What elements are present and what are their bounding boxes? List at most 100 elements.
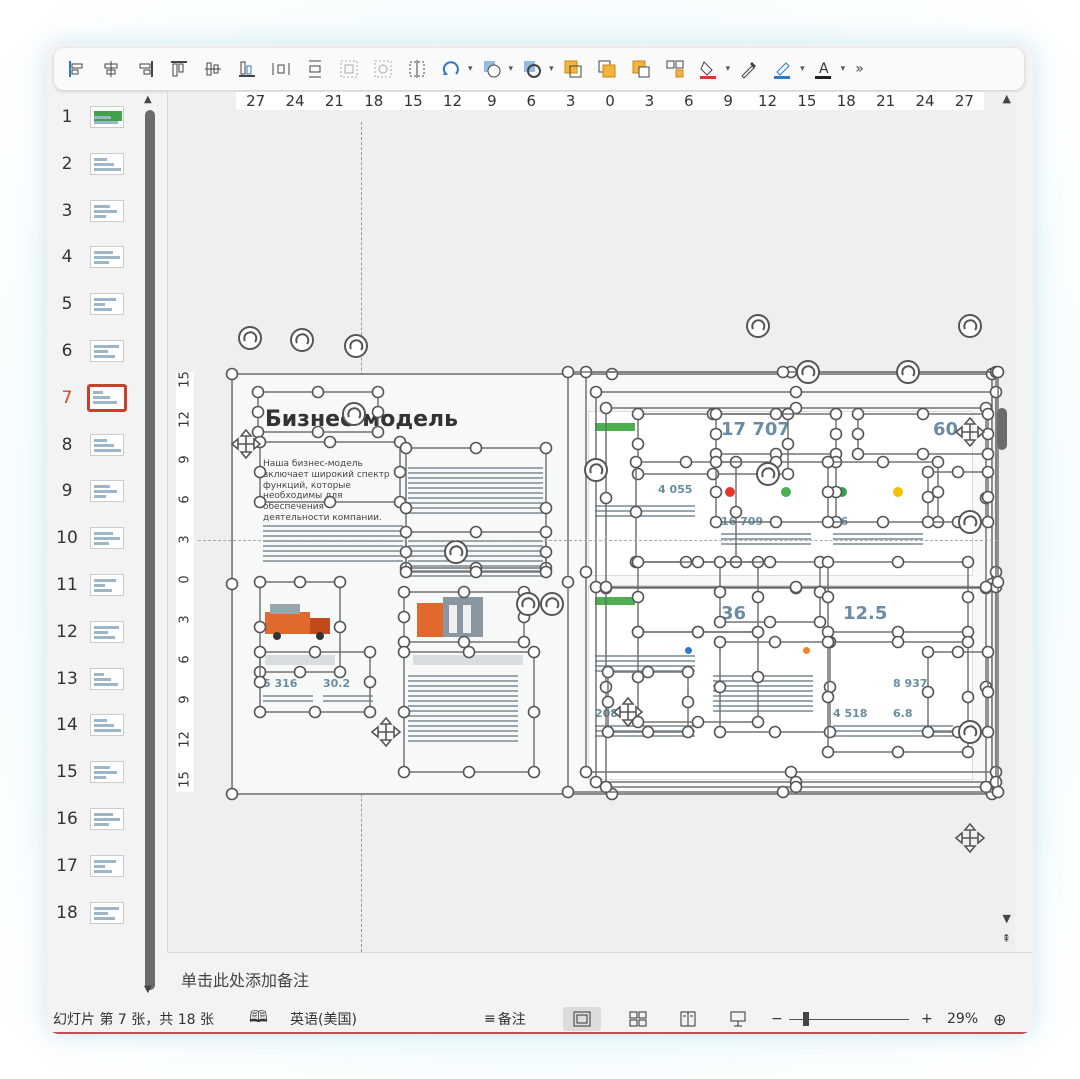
slide-preview[interactable] <box>90 808 124 830</box>
horizontal-guide[interactable] <box>198 540 998 541</box>
fill-color-caret-icon[interactable]: ▾ <box>726 64 731 74</box>
spellcheck-icon[interactable]: 🕮 <box>249 1006 268 1033</box>
stat-value[interactable]: 12.5 <box>843 603 887 624</box>
language-indicator[interactable]: 英语(美国) <box>290 1009 357 1029</box>
slide-preview[interactable] <box>90 340 124 362</box>
partner-logo-icon[interactable] <box>685 647 692 654</box>
slide-preview[interactable] <box>90 854 124 877</box>
rotate-handle-icon[interactable] <box>290 328 314 352</box>
eyedropper-icon[interactable] <box>734 54 764 84</box>
slide-thumbnail[interactable]: 14 <box>47 710 147 740</box>
normal-view-button[interactable] <box>563 1007 601 1031</box>
stat-value[interactable]: 36 <box>721 603 746 624</box>
align-middle-icon[interactable] <box>198 54 228 84</box>
slide-preview[interactable] <box>90 667 124 690</box>
resize-handle[interactable] <box>989 580 1003 594</box>
move-handle-icon[interactable] <box>954 822 986 854</box>
crop-icon[interactable] <box>402 54 432 84</box>
slide-preview[interactable] <box>90 106 124 128</box>
label-bar-center[interactable] <box>413 655 523 665</box>
zoom-out-button[interactable]: − <box>771 1011 783 1027</box>
slide-preview[interactable] <box>90 574 124 596</box>
stat-value[interactable]: 8 937 <box>893 677 927 690</box>
stat-caption[interactable] <box>263 695 313 705</box>
slide-thumbnail[interactable]: 12 <box>47 617 147 647</box>
partner-logo-icon[interactable] <box>837 487 847 497</box>
slide-thumbnail[interactable]: 8 <box>47 430 147 460</box>
partner-logo-icon[interactable] <box>803 647 810 654</box>
shape-outline-icon[interactable] <box>477 54 507 84</box>
fit-to-window-icon[interactable]: ⊕ <box>993 1010 1006 1029</box>
slide-intro-text[interactable]: Наша бизнес-модель включает широкий спек… <box>263 459 393 524</box>
slide-thumbnail[interactable]: 3 <box>47 196 147 226</box>
stat-value[interactable]: 6.8 <box>893 707 913 720</box>
slide-preview[interactable] <box>90 527 124 550</box>
partner-logo-icon[interactable] <box>781 487 791 497</box>
previous-slide-icon[interactable]: ⇞ <box>1002 932 1011 945</box>
slide-preview[interactable] <box>90 293 124 316</box>
rotate-caret-icon[interactable]: ▾ <box>468 64 473 74</box>
resize-handle[interactable] <box>991 365 1005 379</box>
slide-thumbnail[interactable]: 4 <box>47 242 147 272</box>
ungroup-icon[interactable] <box>368 54 398 84</box>
slide-thumbnail[interactable]: 17 <box>47 851 147 881</box>
slide-thumbnail[interactable]: 6 <box>47 336 147 366</box>
font-color-icon[interactable]: A <box>809 54 839 84</box>
resize-handle[interactable] <box>989 365 1003 379</box>
slide-thumbnail[interactable]: 1 <box>47 102 147 132</box>
thumb-scrollbar[interactable] <box>145 110 155 990</box>
align-left-icon[interactable] <box>62 54 92 84</box>
slide-preview[interactable] <box>90 480 124 503</box>
slide-thumbnail[interactable]: 10 <box>47 523 147 553</box>
stat-value[interactable]: 60 <box>933 419 958 440</box>
slide-sorter-button[interactable] <box>619 1007 657 1031</box>
stat-value[interactable]: 208 <box>595 707 618 720</box>
canvas-scroll-up-icon[interactable]: ▲ <box>1003 92 1011 105</box>
arrange-icon[interactable] <box>626 54 656 84</box>
more-tools-button[interactable]: » <box>855 61 864 77</box>
resize-handle[interactable] <box>989 765 1003 779</box>
canvas-scroll-down-icon[interactable]: ▼ <box>1003 912 1011 925</box>
thumb-scroll-up-icon[interactable]: ▲ <box>144 94 152 105</box>
slide-thumbnail[interactable]: 18 <box>47 898 147 928</box>
stat-value[interactable]: 16 709 <box>721 515 763 528</box>
slide-thumbnail[interactable]: 16 <box>47 804 147 834</box>
distribute-horizontal-icon[interactable] <box>266 54 296 84</box>
text-block-center-2[interactable] <box>408 540 543 580</box>
reading-view-button[interactable] <box>669 1007 707 1031</box>
rotate-handle-icon[interactable] <box>344 334 368 358</box>
slide-thumbnail[interactable]: 2 <box>47 149 147 179</box>
resize-handle[interactable] <box>989 775 1003 789</box>
slide-preview[interactable] <box>90 761 124 784</box>
shape-effects-caret-icon[interactable]: ▾ <box>549 64 554 74</box>
text-block-right[interactable] <box>595 655 695 675</box>
font-color-caret-icon[interactable]: ▾ <box>841 64 846 74</box>
distribute-vertical-icon[interactable] <box>300 54 330 84</box>
thumb-scroll-down-icon[interactable]: ▼ <box>144 984 152 995</box>
text-block-center-1[interactable] <box>408 467 543 517</box>
outline-color-icon[interactable] <box>768 54 798 84</box>
text-block-left[interactable] <box>263 525 403 565</box>
fill-color-icon[interactable] <box>694 54 724 84</box>
resize-handle[interactable] <box>991 785 1005 799</box>
slide-thumbnail[interactable]: 13 <box>47 664 147 694</box>
text-block-right[interactable] <box>833 725 953 740</box>
text-block-center-3[interactable] <box>408 675 518 745</box>
slide-preview[interactable] <box>87 383 127 412</box>
send-backward-icon[interactable] <box>592 54 622 84</box>
text-block-right[interactable] <box>595 505 695 520</box>
stat-value[interactable]: 30.2 <box>323 677 350 690</box>
notes-pane[interactable]: 单击此处添加备注 <box>167 952 1033 1004</box>
text-block-right[interactable] <box>713 675 813 715</box>
stat-value[interactable]: 4 518 <box>833 707 867 720</box>
canvas-scrollbar[interactable] <box>997 408 1007 450</box>
rotate-handle-icon[interactable] <box>958 314 982 338</box>
slide-preview[interactable] <box>90 433 124 456</box>
notes-placeholder[interactable]: 单击此处添加备注 <box>181 967 309 991</box>
label-bar-left[interactable] <box>265 655 335 665</box>
notes-toggle-button[interactable]: ≡ 备注 <box>484 1009 526 1029</box>
zoom-level[interactable]: 29% <box>947 1011 978 1027</box>
partner-logo-icon[interactable] <box>725 487 735 497</box>
selection-pane-icon[interactable] <box>660 54 690 84</box>
stat-caption[interactable] <box>323 695 373 705</box>
